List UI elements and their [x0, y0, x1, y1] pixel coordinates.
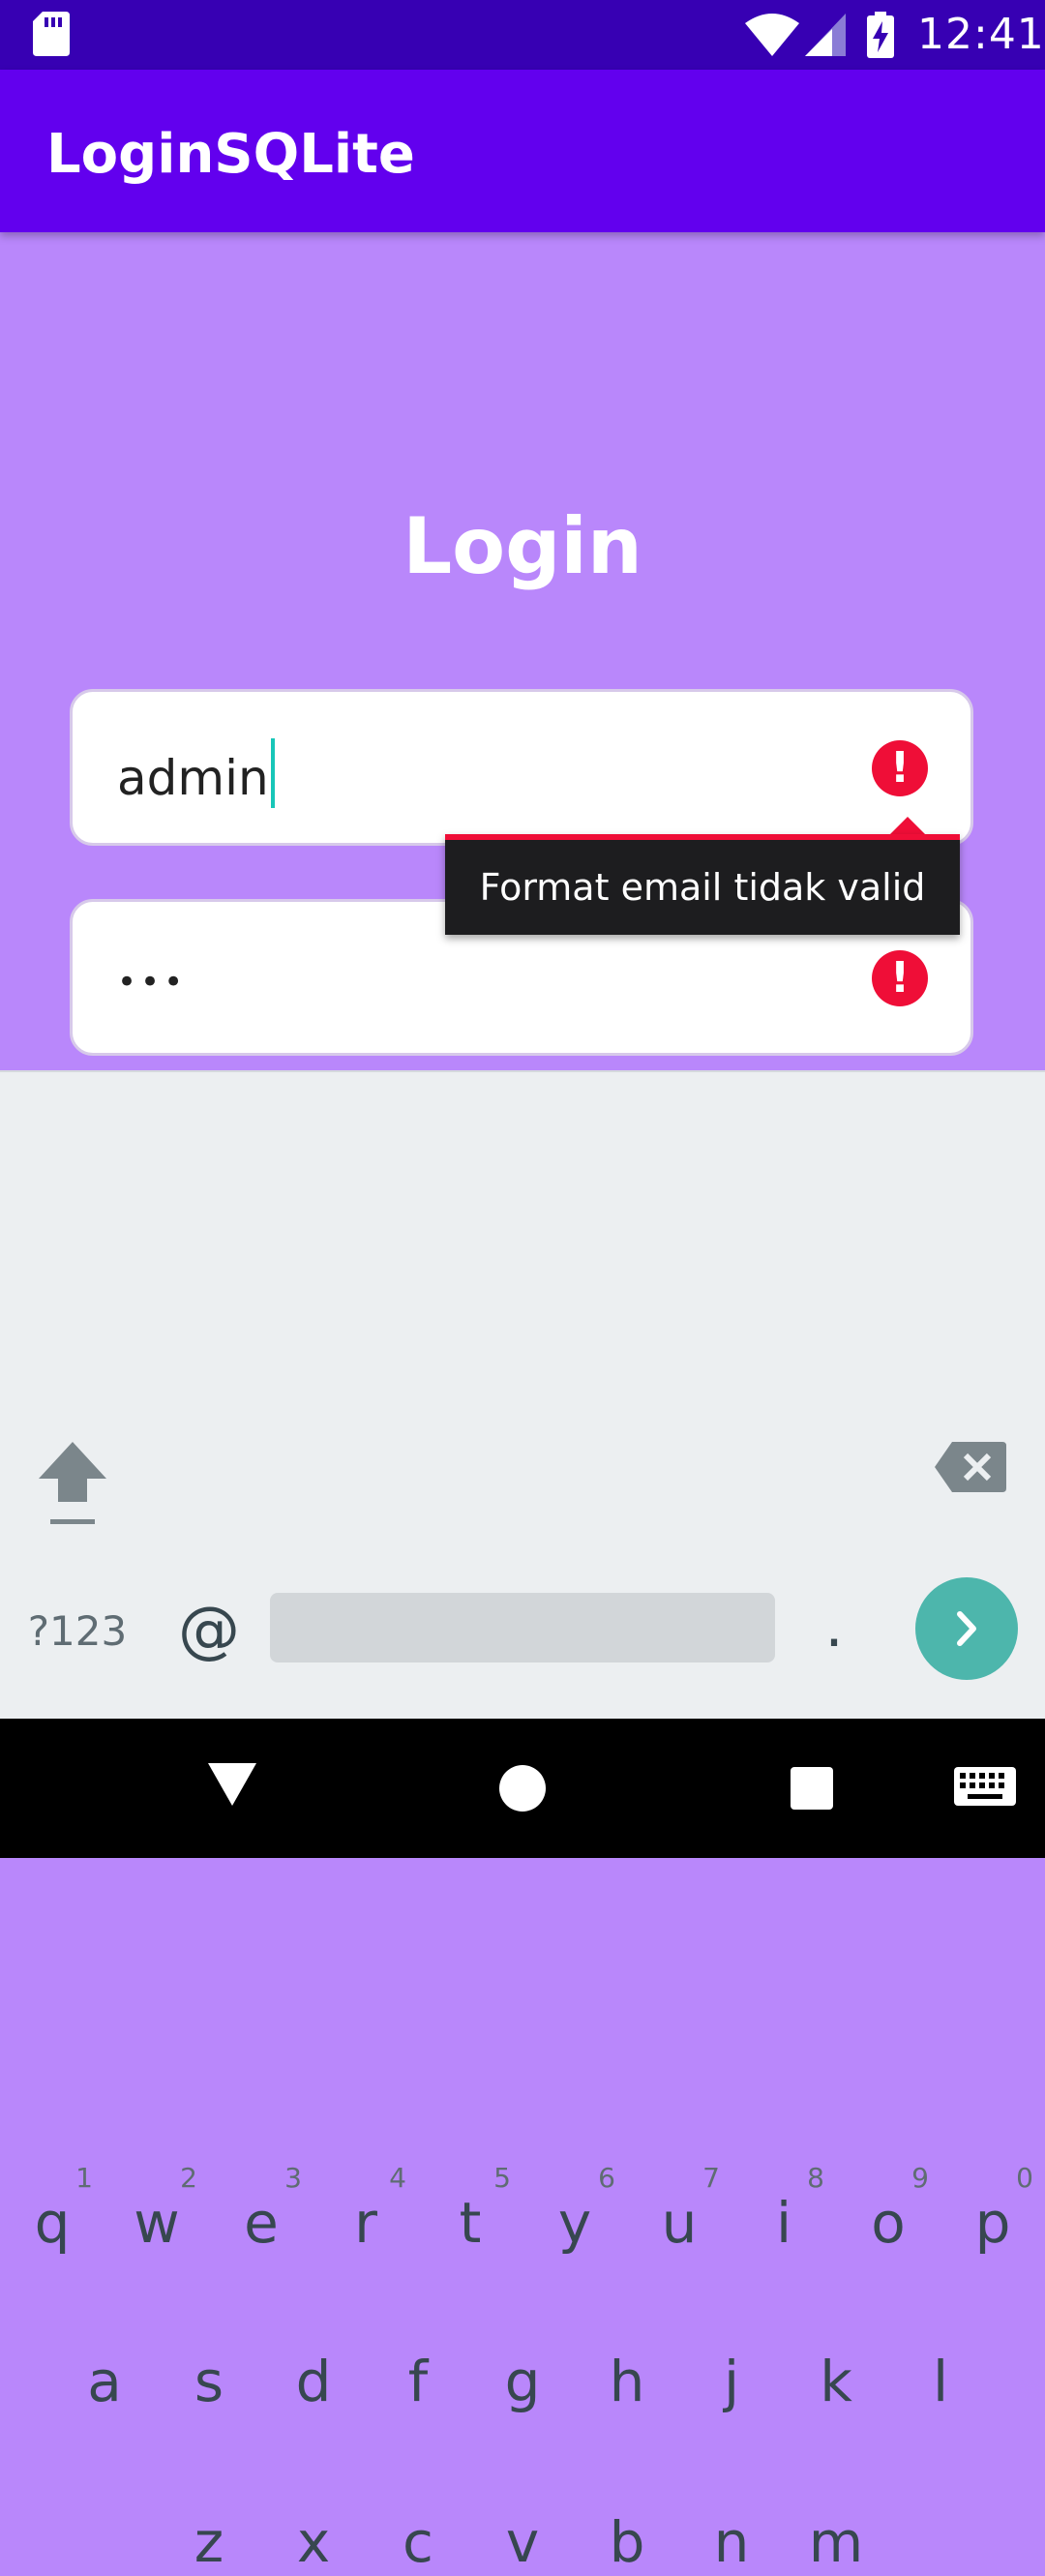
tooltip-arrow — [890, 817, 925, 834]
cell-signal-icon — [805, 14, 846, 56]
error-tooltip: Format email tidak valid — [445, 834, 960, 935]
at-key[interactable]: @ — [170, 1597, 248, 1664]
backspace-key-icon[interactable] — [935, 1440, 1006, 1494]
sd-card-icon — [33, 12, 70, 56]
chevron-right-icon — [957, 1611, 976, 1646]
email-error-icon[interactable]: ! — [872, 740, 928, 796]
app-bar: LoginSQLite — [0, 70, 1045, 232]
shift-key-icon[interactable] — [37, 1440, 108, 1527]
key-z[interactable]: z — [161, 2508, 257, 2576]
key-p[interactable]: p — [944, 2189, 1041, 2257]
key-j[interactable]: j — [683, 2348, 780, 2415]
key-l[interactable]: l — [892, 2348, 989, 2415]
key-hint-7: 7 — [702, 2162, 720, 2194]
key-hint-0: 0 — [1016, 2162, 1033, 2194]
key-a[interactable]: a — [56, 2348, 153, 2415]
go-key[interactable] — [915, 1577, 1018, 1680]
battery-charging-icon — [867, 12, 894, 58]
symbols-key[interactable]: ?123 — [19, 1606, 135, 1657]
key-n[interactable]: n — [683, 2508, 780, 2576]
status-bar: 12:41 — [0, 0, 1045, 70]
key-hint-5: 5 — [493, 2162, 511, 2194]
email-field[interactable]: admin ! — [70, 689, 973, 846]
key-r[interactable]: r — [317, 2189, 414, 2257]
key-b[interactable]: b — [579, 2508, 675, 2576]
recent-apps-icon[interactable] — [791, 1767, 833, 1810]
key-hint-8: 8 — [807, 2162, 824, 2194]
key-i[interactable]: i — [735, 2189, 832, 2257]
status-clock: 12:41 — [917, 10, 1045, 59]
key-g[interactable]: g — [474, 2348, 571, 2415]
home-icon[interactable] — [499, 1765, 546, 1812]
key-hint-2: 2 — [180, 2162, 197, 2194]
key-hint-1: 1 — [75, 2162, 93, 2194]
key-o[interactable]: o — [840, 2189, 937, 2257]
text-cursor — [270, 738, 275, 808]
email-value: admin — [117, 750, 269, 806]
space-key[interactable] — [270, 1593, 775, 1662]
password-error-icon[interactable]: ! — [872, 950, 928, 1006]
key-hint-3: 3 — [284, 2162, 302, 2194]
key-q[interactable]: q — [4, 2189, 101, 2257]
key-w[interactable]: w — [108, 2189, 205, 2257]
key-t[interactable]: t — [422, 2189, 519, 2257]
key-y[interactable]: y — [526, 2189, 623, 2257]
keyboard-switch-icon[interactable] — [954, 1767, 1016, 1810]
key-f[interactable]: f — [370, 2348, 466, 2415]
key-s[interactable]: s — [161, 2348, 257, 2415]
key-hint-4: 4 — [389, 2162, 406, 2194]
key-d[interactable]: d — [265, 2348, 362, 2415]
key-k[interactable]: k — [788, 2348, 884, 2415]
back-icon[interactable] — [208, 1761, 256, 1808]
key-hint-9: 9 — [911, 2162, 929, 2194]
key-e[interactable]: e — [213, 2189, 310, 2257]
login-heading: Login — [403, 501, 642, 591]
key-v[interactable]: v — [474, 2508, 571, 2576]
key-u[interactable]: u — [631, 2189, 728, 2257]
key-m[interactable]: m — [788, 2508, 884, 2576]
key-x[interactable]: x — [265, 2508, 362, 2576]
navigation-bar — [0, 1719, 1045, 1858]
key-hint-6: 6 — [598, 2162, 615, 2194]
password-input[interactable]: ••• — [117, 952, 187, 1012]
error-tooltip-text: Format email tidak valid — [479, 866, 926, 909]
key-h[interactable]: h — [579, 2348, 675, 2415]
period-key[interactable]: . — [805, 1593, 863, 1661]
app-title: LoginSQLite — [46, 123, 415, 186]
wifi-icon — [745, 14, 799, 56]
email-input[interactable]: admin — [117, 738, 275, 808]
key-c[interactable]: c — [370, 2508, 466, 2576]
